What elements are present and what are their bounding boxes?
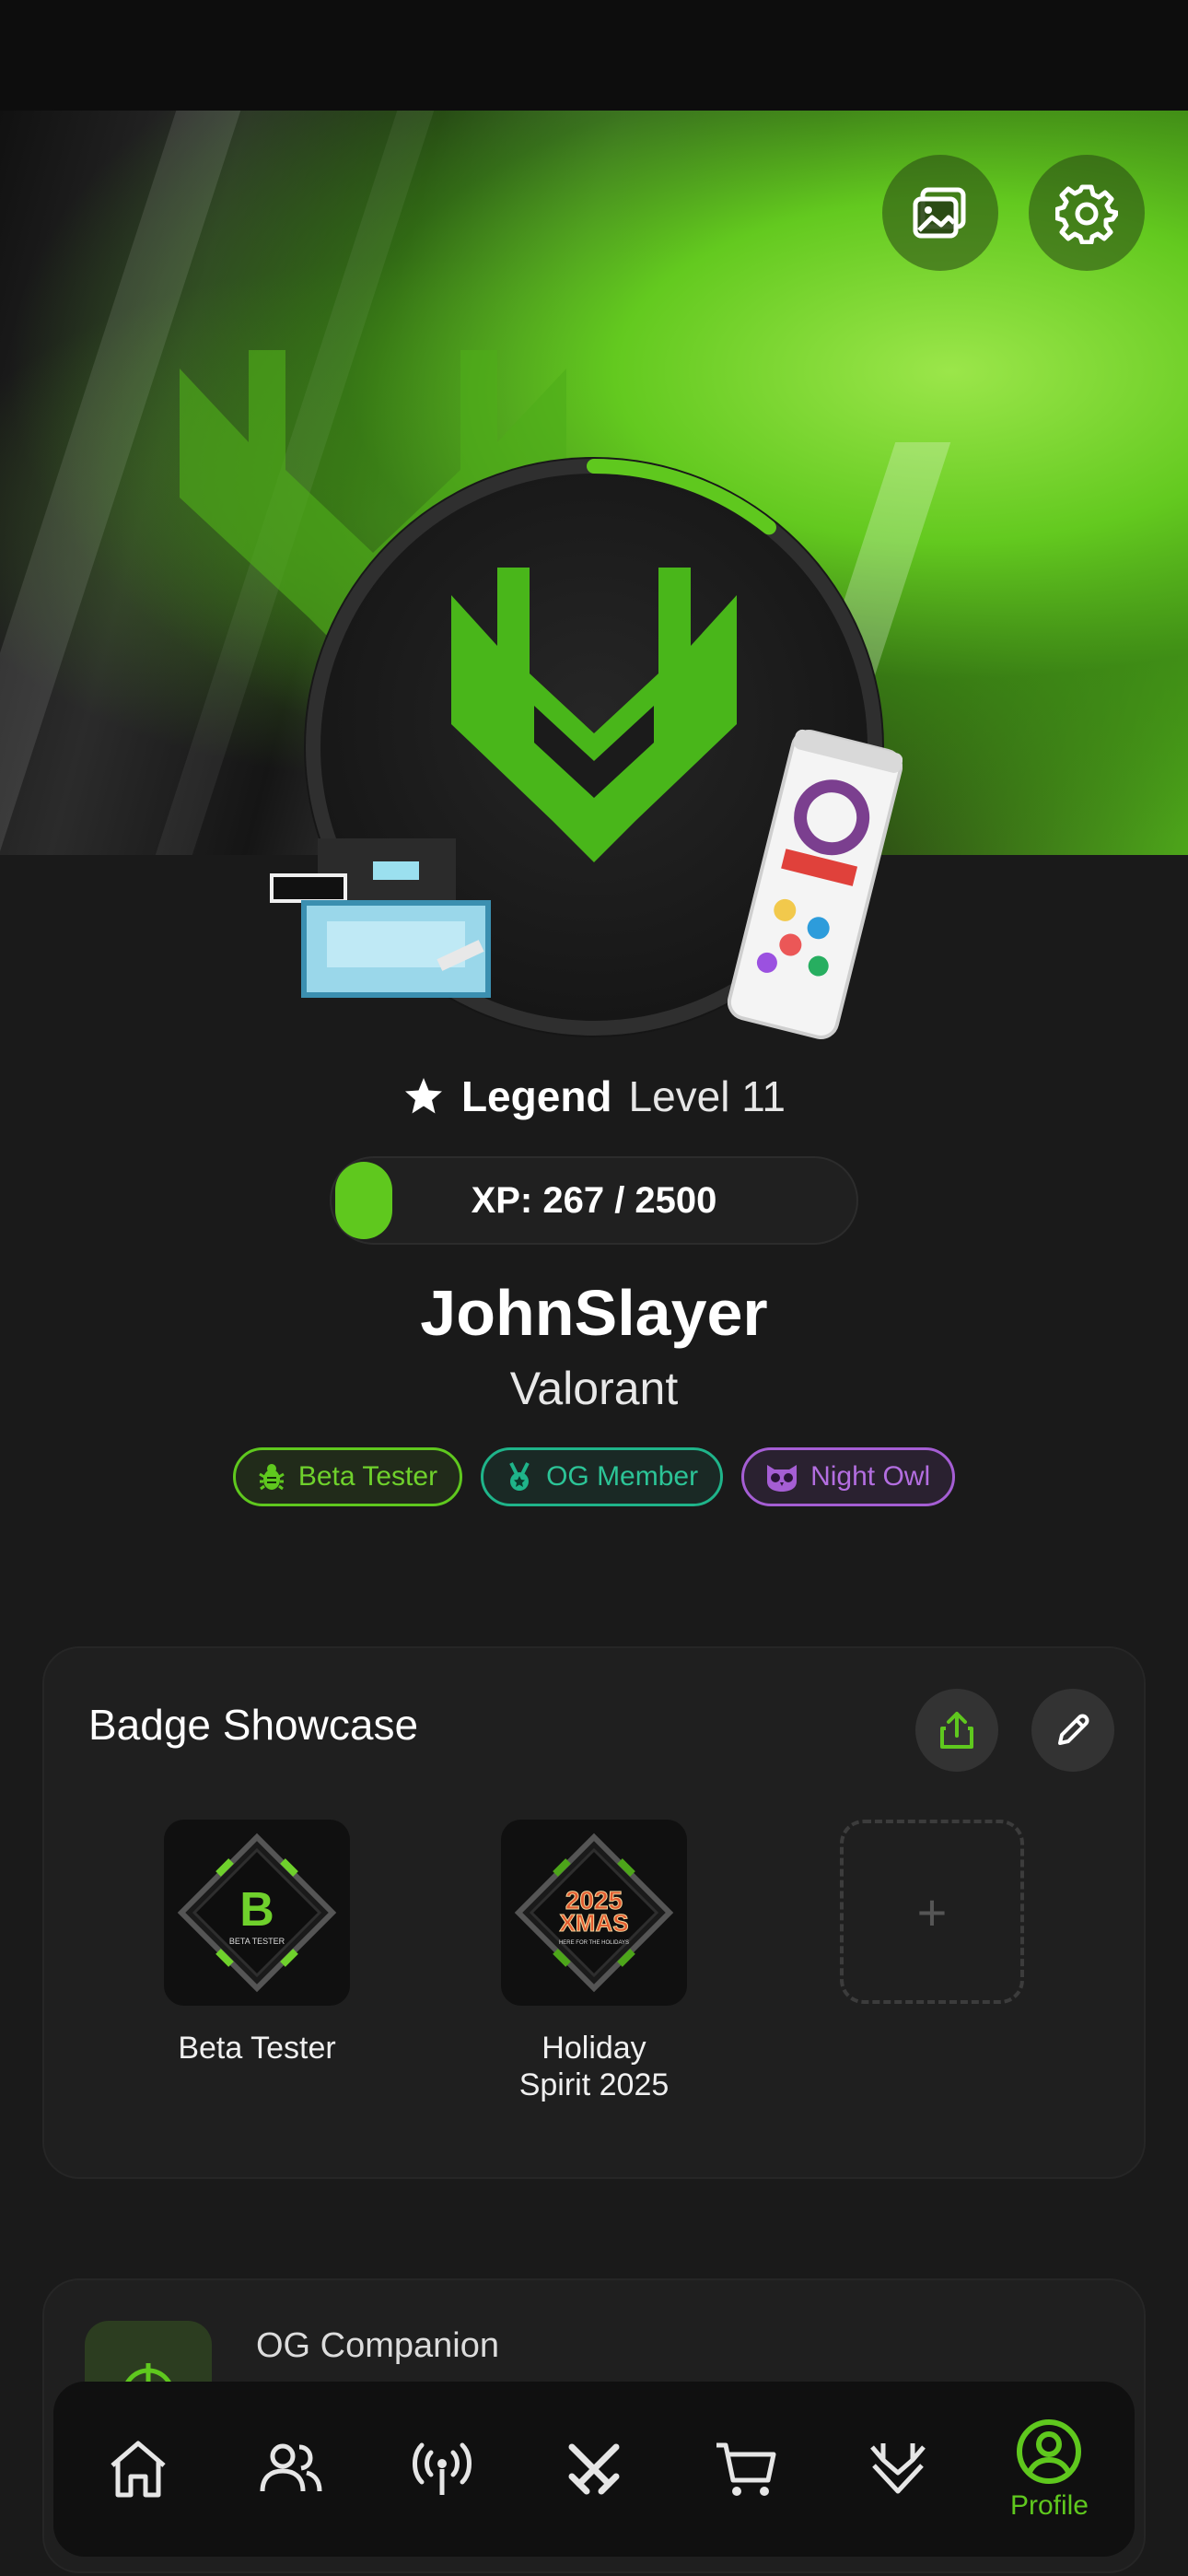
energy-can-accessory-icon	[728, 729, 903, 1039]
gear-icon	[1055, 184, 1118, 244]
medal-icon	[509, 1462, 530, 1491]
beta-tester-badge-icon: B BETA TESTER	[177, 1832, 337, 1993]
rank-label: Legend	[460, 1072, 612, 1120]
tag-og-member[interactable]: OG Member	[481, 1447, 724, 1506]
nav-battles[interactable]	[525, 2391, 663, 2547]
nav-shop[interactable]	[677, 2391, 815, 2547]
swords-icon	[568, 2443, 620, 2495]
logo-icon	[869, 2443, 926, 2494]
level-row: Legend Level 11	[0, 1064, 1188, 1129]
profile-icon	[1017, 2419, 1082, 2484]
companion-title: OG Companion	[256, 2326, 500, 2365]
nav-label-profile: Profile	[1009, 2490, 1089, 2521]
badge-tile-caption: BETA TESTER	[229, 1937, 285, 1946]
nav-profile[interactable]: Profile	[980, 2391, 1118, 2547]
game-name: Valorant	[509, 1363, 679, 1414]
pencil-icon	[1058, 1714, 1089, 1745]
tag-label: OG Member	[546, 1461, 699, 1492]
share-icon	[940, 1712, 973, 1749]
holiday-badge-icon: 2025 XMAS HERE FOR THE HOLIDAYS	[514, 1832, 674, 1993]
badge-label-holiday-spirit: Holiday Spirit 2025	[518, 2031, 670, 2102]
nav-live[interactable]	[373, 2391, 511, 2547]
xp-text: XP: 267 / 2500	[471, 1180, 717, 1221]
owl-icon	[767, 1465, 798, 1492]
share-button[interactable]	[915, 1689, 998, 1772]
nav-brand[interactable]	[829, 2391, 967, 2547]
badge-tile-beta-tester[interactable]: B BETA TESTER	[164, 1820, 350, 2006]
banner-image-button[interactable]	[882, 155, 998, 271]
image-icon	[913, 187, 966, 239]
tag-label: Beta Tester	[297, 1461, 438, 1492]
broadcast-icon	[413, 2442, 472, 2495]
settings-button[interactable]	[1029, 155, 1145, 271]
cap-accessory-icon	[270, 838, 491, 998]
badge-label-beta-tester: Beta Tester	[178, 2031, 336, 2066]
bug-icon	[259, 1464, 285, 1491]
tag-night-owl[interactable]: Night Owl	[741, 1447, 956, 1506]
star-icon	[404, 1078, 442, 1114]
badge-showcase-title: Badge Showcase	[88, 1701, 419, 1749]
badge-tile-caption: HERE FOR THE HOLIDAYS	[559, 1940, 629, 1946]
add-badge-slot[interactable]: +	[840, 1820, 1024, 2004]
username: JohnSlayer	[420, 1277, 768, 1349]
nav-friends[interactable]	[221, 2391, 359, 2547]
nav-home[interactable]	[69, 2391, 207, 2547]
level-label: Level 11	[628, 1072, 786, 1120]
cart-icon	[716, 2442, 776, 2496]
add-icon: +	[916, 1882, 948, 1941]
home-icon	[111, 2441, 167, 2498]
xp-bar: XP: 267 / 2500	[330, 1156, 858, 1245]
friends-icon	[260, 2443, 322, 2492]
tag-beta-tester[interactable]: Beta Tester	[232, 1447, 463, 1506]
tag-label: Night Owl	[810, 1461, 931, 1492]
badge-tile-letter: B	[239, 1883, 274, 1937]
bottom-nav: Profile	[53, 2382, 1135, 2557]
status-bar	[0, 0, 1188, 111]
badge-tile-word: XMAS	[559, 1909, 628, 1937]
profile-tags: Beta Tester OG Member Night Owl	[0, 1447, 1188, 1506]
badge-tile-holiday-spirit[interactable]: 2025 XMAS HERE FOR THE HOLIDAYS	[501, 1820, 687, 2006]
edit-button[interactable]	[1031, 1689, 1114, 1772]
badge-showcase-card: Badge Showcase B BETA TESTER Beta Tester…	[42, 1646, 1146, 2179]
